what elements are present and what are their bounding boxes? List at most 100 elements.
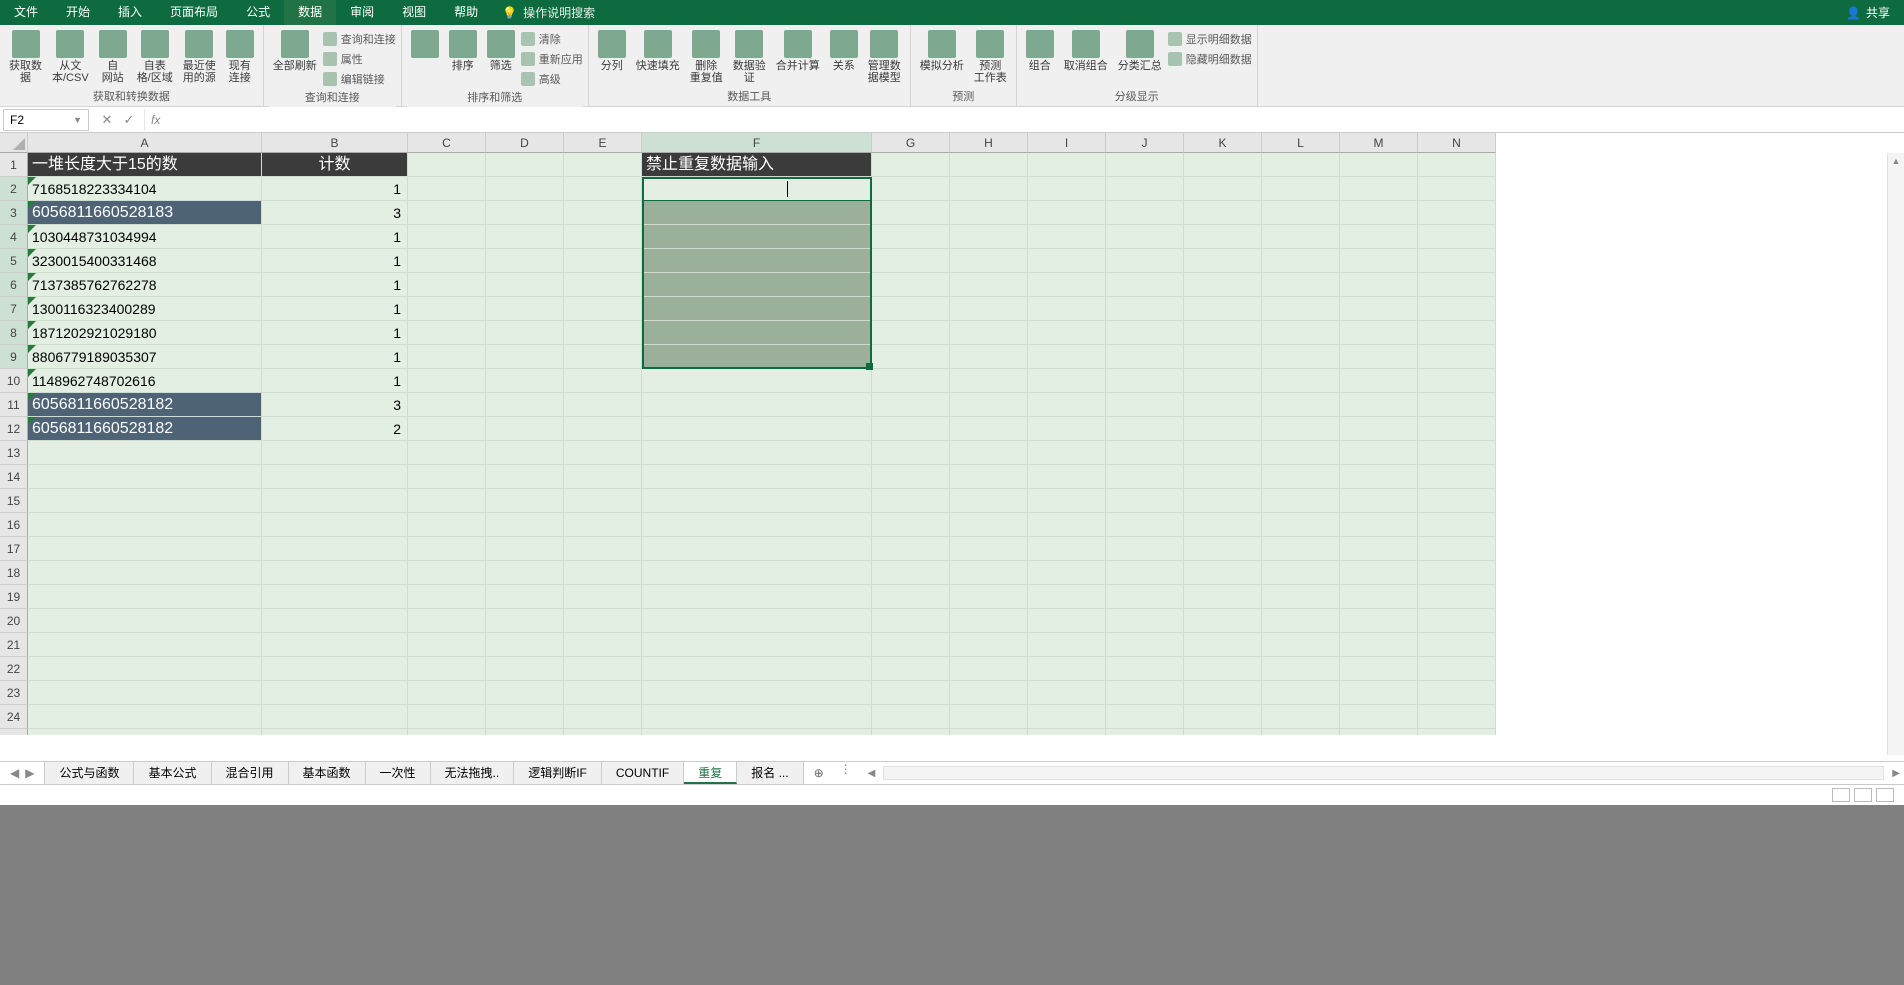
cell[interactable] [408, 297, 486, 321]
chevron-down-icon[interactable]: ▼ [73, 115, 82, 125]
cell[interactable] [408, 513, 486, 537]
cell[interactable] [1262, 417, 1340, 441]
cell[interactable] [642, 225, 872, 249]
cell[interactable] [564, 705, 642, 729]
row-header[interactable]: 21 [0, 633, 28, 657]
cell[interactable] [950, 729, 1028, 735]
spreadsheet-grid[interactable]: ABCDEFGHIJKLMN 1234567891011121314151617… [0, 133, 1904, 735]
tab-file[interactable]: 文件 [0, 0, 52, 25]
cell[interactable] [262, 561, 408, 585]
cell[interactable] [486, 585, 564, 609]
add-sheet-button[interactable]: ⊕ [804, 762, 834, 784]
cell[interactable] [564, 585, 642, 609]
cell[interactable] [950, 441, 1028, 465]
cell[interactable] [564, 441, 642, 465]
cell[interactable] [1028, 489, 1106, 513]
ribbon-button[interactable]: 预测 工作表 [970, 28, 1011, 86]
cell[interactable] [642, 729, 872, 735]
cell[interactable] [1106, 513, 1184, 537]
cell[interactable] [1418, 585, 1496, 609]
cell[interactable] [1106, 489, 1184, 513]
cell[interactable] [1106, 249, 1184, 273]
cell[interactable] [642, 681, 872, 705]
cell[interactable] [564, 729, 642, 735]
cell[interactable]: 1030448731034994 [28, 225, 262, 249]
cell[interactable] [28, 561, 262, 585]
ribbon-button[interactable]: 分列 [594, 28, 630, 74]
row-header[interactable]: 11 [0, 393, 28, 417]
cell[interactable] [1106, 177, 1184, 201]
cell[interactable] [1340, 465, 1418, 489]
sheet-tab[interactable]: 公式与函数 [45, 762, 134, 784]
cell[interactable] [1028, 465, 1106, 489]
cell[interactable]: 6056811660528182 [28, 393, 262, 417]
cell[interactable] [262, 681, 408, 705]
cell[interactable] [1028, 321, 1106, 345]
share-button[interactable]: 👤 共享 [1832, 4, 1904, 21]
cell[interactable] [28, 465, 262, 489]
cell[interactable] [1106, 537, 1184, 561]
cell[interactable] [564, 345, 642, 369]
sheet-nav-prev-icon[interactable]: ◀ [10, 766, 19, 780]
cell[interactable] [1262, 321, 1340, 345]
cell[interactable] [1262, 537, 1340, 561]
cell[interactable] [950, 201, 1028, 225]
cell[interactable] [408, 321, 486, 345]
cell[interactable] [872, 585, 950, 609]
cell[interactable] [950, 393, 1028, 417]
sheet-tab[interactable]: COUNTIF [602, 762, 684, 784]
column-header[interactable]: G [872, 133, 950, 153]
cell[interactable] [642, 705, 872, 729]
cell[interactable] [564, 177, 642, 201]
cell[interactable] [1028, 729, 1106, 735]
cell[interactable] [408, 393, 486, 417]
cell[interactable] [1028, 201, 1106, 225]
cell[interactable] [1262, 177, 1340, 201]
cell[interactable] [1184, 465, 1262, 489]
cell[interactable] [1340, 681, 1418, 705]
cell[interactable] [408, 609, 486, 633]
cell[interactable] [408, 561, 486, 585]
cell[interactable] [1340, 225, 1418, 249]
cell[interactable] [1028, 537, 1106, 561]
cell[interactable]: 1871202921029180 [28, 321, 262, 345]
cell[interactable] [1184, 513, 1262, 537]
cell[interactable] [1184, 537, 1262, 561]
cell[interactable]: 2 [262, 417, 408, 441]
cell[interactable] [564, 561, 642, 585]
cell[interactable] [1418, 345, 1496, 369]
cell[interactable] [950, 297, 1028, 321]
cell[interactable] [872, 225, 950, 249]
sheet-tab[interactable]: 混合引用 [212, 762, 289, 784]
cell[interactable] [1028, 297, 1106, 321]
cell[interactable] [642, 345, 872, 369]
cell[interactable]: 1 [262, 297, 408, 321]
cell[interactable]: 1148962748702616 [28, 369, 262, 393]
row-header[interactable]: 17 [0, 537, 28, 561]
cell[interactable] [1340, 489, 1418, 513]
cell[interactable] [950, 345, 1028, 369]
cell[interactable] [1262, 441, 1340, 465]
cell[interactable] [486, 297, 564, 321]
cell[interactable] [408, 345, 486, 369]
column-header[interactable]: D [486, 133, 564, 153]
row-header[interactable]: 12 [0, 417, 28, 441]
cell[interactable] [1340, 153, 1418, 177]
cell[interactable] [408, 633, 486, 657]
cell[interactable] [28, 489, 262, 513]
cell[interactable] [1262, 729, 1340, 735]
cell[interactable] [872, 393, 950, 417]
cell[interactable] [1418, 153, 1496, 177]
cell[interactable] [564, 513, 642, 537]
fx-icon[interactable]: fx [145, 113, 166, 127]
column-header[interactable]: B [262, 133, 408, 153]
ribbon-button[interactable]: 删除 重复值 [686, 28, 727, 86]
column-header[interactable]: K [1184, 133, 1262, 153]
cell[interactable] [1028, 513, 1106, 537]
cell[interactable] [950, 153, 1028, 177]
ribbon-sub-button[interactable]: 清除 [521, 31, 583, 47]
cell[interactable] [1340, 249, 1418, 273]
cell[interactable] [950, 609, 1028, 633]
cell[interactable] [1184, 657, 1262, 681]
cell[interactable] [642, 441, 872, 465]
